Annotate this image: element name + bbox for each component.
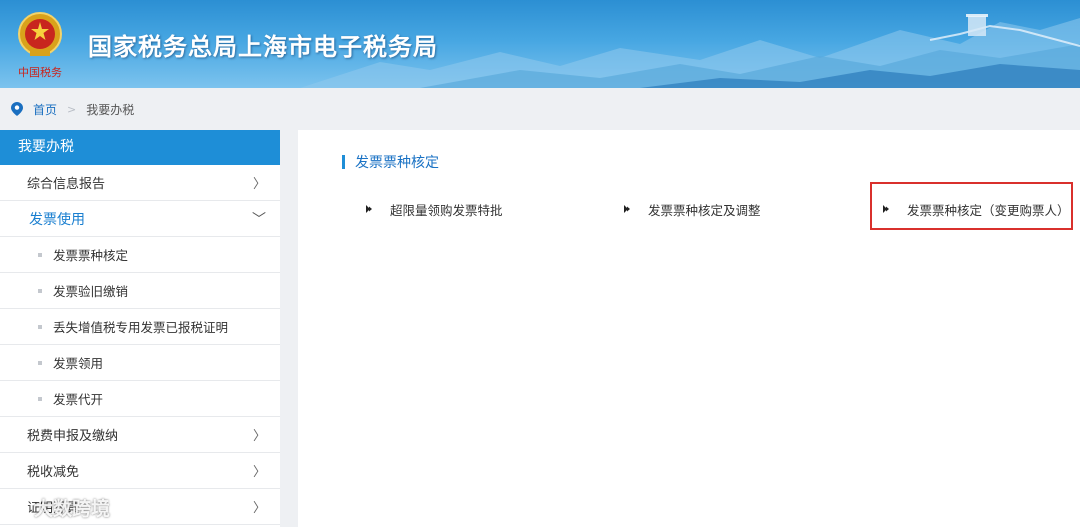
sidebar: 我要办税 综合信息报告 〉 发票使用 ﹀ 发票票种核定 发票验旧缴销 丢失增值税…: [0, 130, 280, 527]
sidebar-item-label: 税费申报及缴纳: [27, 429, 119, 444]
sidebar-item-info-report[interactable]: 综合信息报告 〉: [0, 165, 280, 201]
option-type-approval-adjust[interactable]: 发票票种核定及调整: [624, 200, 761, 218]
sidebar-subitem-label: 发票验旧缴销: [53, 284, 129, 299]
chevron-right-icon: 〉: [252, 465, 266, 480]
main-panel: 发票票种核定 超限量领购发票特批 发票票种核定及调整 发票票种核定（变更购票人）: [298, 130, 1080, 527]
chevron-right-icon: 〉: [252, 501, 266, 516]
sidebar-heading[interactable]: 我要办税: [0, 130, 280, 165]
double-arrow-right-icon: [624, 205, 638, 213]
watermark-logo-icon: [7, 497, 29, 518]
title-accent-bar: [342, 155, 345, 169]
bullet-icon: [38, 324, 42, 329]
sidebar-subitem-label: 丢失增值税专用发票已报税证明: [53, 320, 229, 335]
sidebar-subitem-label: 发票代开: [53, 392, 104, 407]
sidebar-subitem-invoice-type-approval[interactable]: 发票票种核定: [0, 237, 280, 273]
breadcrumb: 首页 > 我要办税: [0, 88, 1080, 130]
bullet-icon: [38, 360, 42, 365]
option-over-limit-purchase[interactable]: 超限量领购发票特批: [366, 200, 503, 218]
emblem-text: 中国税务: [18, 65, 62, 79]
sidebar-subitem-label: 发票票种核定: [53, 248, 129, 263]
sidebar-subitem-label: 发票领用: [53, 356, 104, 371]
sidebar-subitem-invoice-claim[interactable]: 发票领用: [0, 345, 280, 381]
chevron-right-icon: 〉: [252, 177, 266, 192]
section-title: 发票票种核定: [342, 152, 439, 172]
sidebar-item-label: 综合信息报告: [27, 177, 106, 192]
breadcrumb-separator: >: [67, 102, 77, 116]
option-label: 超限量领购发票特批: [390, 202, 503, 218]
bullet-icon: [38, 252, 42, 257]
section-title-text: 发票票种核定: [355, 155, 439, 171]
breadcrumb-home-link[interactable]: 首页: [33, 101, 57, 118]
sidebar-item-invoice-use[interactable]: 发票使用 ﹀: [0, 201, 280, 237]
sidebar-item-label: 发票使用: [29, 211, 85, 228]
sidebar-item-tax-reduction[interactable]: 税收减免 〉: [0, 453, 280, 489]
chevron-right-icon: 〉: [252, 429, 266, 444]
site-title: 国家税务总局上海市电子税务局: [88, 33, 438, 61]
watermark-text: 大数跨境: [34, 498, 111, 520]
option-label: 发票票种核定及调整: [648, 202, 761, 218]
sidebar-item-label: 税收减免: [27, 465, 80, 480]
sidebar-subitem-invoice-issue-agent[interactable]: 发票代开: [0, 381, 280, 417]
location-pin-icon: [11, 102, 23, 116]
bullet-icon: [38, 396, 42, 401]
national-tax-emblem-icon: 中国税务: [18, 12, 62, 79]
watermark: 大数跨境: [6, 494, 110, 521]
sidebar-item-tax-declaration[interactable]: 税费申报及缴纳 〉: [0, 417, 280, 453]
double-arrow-right-icon: [366, 205, 380, 213]
breadcrumb-current: 我要办税: [86, 102, 135, 117]
sidebar-subitem-invoice-verify-cancel[interactable]: 发票验旧缴销: [0, 273, 280, 309]
header-banner: 中国税务 国家税务总局上海市电子税务局: [0, 0, 1080, 88]
chevron-down-icon: ﹀: [252, 211, 266, 228]
highlight-annotation-box: [870, 182, 1073, 230]
sidebar-subitem-lost-vat-certificate[interactable]: 丢失增值税专用发票已报税证明: [0, 309, 280, 345]
bullet-icon: [38, 288, 42, 293]
